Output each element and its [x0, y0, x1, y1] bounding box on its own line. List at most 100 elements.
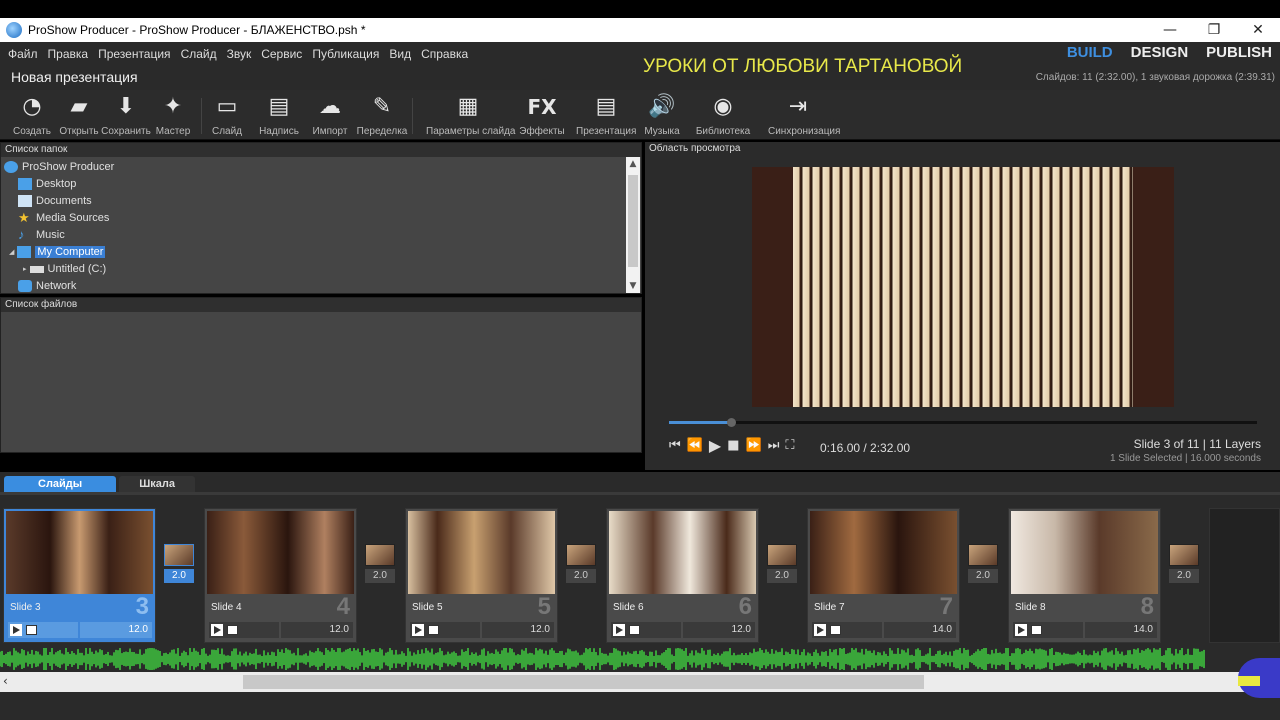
scroll-down-icon[interactable]: ▼ — [626, 281, 640, 291]
slide-number: 7 — [939, 593, 953, 620]
tab-timeline[interactable]: Шкала — [119, 476, 195, 492]
expand-arrow-icon[interactable]: ▸ — [23, 265, 27, 273]
remix-button[interactable]: ✎ Переделка — [352, 94, 412, 137]
transition[interactable]: 2.0 — [765, 544, 799, 586]
maximize-button[interactable]: ❐ — [1192, 22, 1236, 38]
rewind-icon[interactable]: ⏪ — [687, 438, 703, 455]
transition-icon[interactable] — [1169, 544, 1199, 566]
tab-slides[interactable]: Слайды — [4, 476, 117, 492]
transition-duration[interactable]: 2.0 — [968, 569, 998, 583]
mode-publish-button[interactable]: PUBLISH — [1206, 44, 1272, 61]
layers-icon[interactable] — [428, 625, 439, 635]
layers-icon[interactable] — [629, 625, 640, 635]
preview-striped-slide — [793, 167, 1133, 407]
slide-duration[interactable]: 12.0 — [281, 622, 353, 638]
seek-knob[interactable] — [726, 418, 736, 427]
collapse-arrow-icon[interactable]: ◢ — [9, 248, 14, 256]
music-button[interactable]: 🔊 Музыка — [632, 94, 692, 137]
add-slide-button[interactable]: ▭ Слайд — [197, 94, 257, 137]
transition-duration[interactable]: 2.0 — [566, 569, 596, 583]
menu-help[interactable]: Справка — [421, 47, 468, 61]
effects-button[interactable]: FX Эффекты — [512, 94, 572, 137]
import-button[interactable]: ☁ Импорт — [300, 94, 360, 137]
fast-forward-icon[interactable]: ⏩ — [746, 438, 762, 455]
menu-edit[interactable]: Правка — [48, 47, 89, 61]
scroll-left-icon[interactable]: ‹ — [3, 674, 8, 688]
tree-item-documents[interactable]: Documents — [18, 193, 92, 209]
slide-duration[interactable]: 12.0 — [482, 622, 554, 638]
library-button[interactable]: ◉ Библиотека — [693, 94, 753, 137]
menu-tools[interactable]: Сервис — [261, 47, 302, 61]
play-slide-icon[interactable] — [211, 624, 223, 636]
layers-icon[interactable] — [26, 625, 37, 635]
fullscreen-icon[interactable]: ⛶ — [785, 438, 794, 455]
transition[interactable]: 2.0 — [162, 544, 196, 586]
menu-show[interactable]: Презентация — [98, 47, 171, 61]
mode-design-button[interactable]: DESIGN — [1131, 44, 1189, 61]
slide-list-scroll-thumb[interactable] — [243, 675, 924, 689]
mode-build-button[interactable]: BUILD — [1067, 44, 1113, 61]
folder-scrollbar[interactable]: ▲ ▼ — [626, 157, 640, 293]
slide-card[interactable]: Slide 5 5 12.0 — [405, 508, 558, 643]
menu-file[interactable]: Файл — [8, 47, 38, 61]
slide-card[interactable]: Slide 7 7 14.0 — [807, 508, 960, 643]
slide-duration[interactable]: 14.0 — [1085, 622, 1157, 638]
preview-seek-bar[interactable] — [669, 418, 1257, 427]
remix-icon: ✎ — [372, 94, 392, 119]
transition[interactable]: 2.0 — [363, 544, 397, 586]
tree-item-drive-c[interactable]: ▸ Untitled (C:) — [23, 261, 106, 277]
close-button[interactable]: ✕ — [1236, 22, 1280, 38]
menu-publish[interactable]: Публикация — [312, 47, 379, 61]
transition[interactable]: 2.0 — [564, 544, 598, 586]
tree-item-my-computer[interactable]: ◢ My Computer — [9, 244, 106, 260]
transition-duration[interactable]: 2.0 — [767, 569, 797, 583]
layers-icon[interactable] — [830, 625, 841, 635]
play-slide-icon[interactable] — [1015, 624, 1027, 636]
tree-item-desktop[interactable]: Desktop — [18, 176, 76, 192]
play-slide-icon[interactable] — [814, 624, 826, 636]
sync-button[interactable]: ⇥ Синхронизация — [768, 94, 840, 137]
slide-card[interactable]: Slide 4 4 12.0 — [204, 508, 357, 643]
slide-card[interactable]: Slide 6 6 12.0 — [606, 508, 759, 643]
slide-duration[interactable]: 14.0 — [884, 622, 956, 638]
tree-item-network[interactable]: Network — [18, 278, 76, 294]
slide-card[interactable]: Slide 8 8 14.0 — [1008, 508, 1161, 643]
play-slide-icon[interactable] — [412, 624, 424, 636]
transition-duration[interactable]: 2.0 — [365, 569, 395, 583]
slide-list-scrollbar[interactable]: ‹ — [0, 672, 1280, 692]
stop-icon[interactable]: ■ — [727, 438, 739, 455]
menu-slide[interactable]: Слайд — [181, 47, 217, 61]
transition-duration[interactable]: 2.0 — [164, 569, 194, 583]
transition-icon[interactable] — [767, 544, 797, 566]
play-icon[interactable]: ▶ — [709, 436, 721, 455]
slide-duration[interactable]: 12.0 — [683, 622, 755, 638]
play-slide-icon[interactable] — [10, 624, 22, 636]
transition-icon[interactable] — [968, 544, 998, 566]
empty-slide-slot[interactable] — [1209, 508, 1280, 643]
tree-item-proshow[interactable]: ProShow Producer — [4, 159, 114, 175]
transition-icon[interactable] — [365, 544, 395, 566]
slide-options-button[interactable]: ▦ Параметры слайда — [426, 94, 515, 137]
layers-icon[interactable] — [1031, 625, 1042, 635]
transition[interactable]: 2.0 — [1167, 544, 1201, 586]
menu-audio[interactable]: Звук — [227, 47, 252, 61]
transition-icon[interactable] — [566, 544, 596, 566]
audio-waveform[interactable] — [0, 648, 1206, 670]
slide-duration[interactable]: 12.0 — [80, 622, 152, 638]
slide-card[interactable]: Slide 3 3 12.0 — [3, 508, 156, 643]
skip-start-icon[interactable]: ⏮ — [669, 438, 681, 455]
layers-icon[interactable] — [227, 625, 238, 635]
transition-icon[interactable] — [164, 544, 194, 566]
menu-view[interactable]: Вид — [389, 47, 411, 61]
scroll-up-icon[interactable]: ▲ — [626, 159, 640, 169]
show-options-button[interactable]: ▤ Презентация — [576, 94, 636, 137]
minimize-button[interactable]: — — [1148, 22, 1192, 38]
skip-end-icon[interactable]: ⏭ — [768, 438, 780, 455]
play-slide-icon[interactable] — [613, 624, 625, 636]
tree-item-music[interactable]: ♪ Music — [18, 227, 65, 243]
transition[interactable]: 2.0 — [966, 544, 1000, 586]
wizard-button[interactable]: ✦ Мастер — [143, 94, 203, 137]
transition-duration[interactable]: 2.0 — [1169, 569, 1199, 583]
tree-item-media-sources[interactable]: ★ Media Sources — [18, 210, 109, 226]
folder-scroll-thumb[interactable] — [628, 175, 638, 267]
